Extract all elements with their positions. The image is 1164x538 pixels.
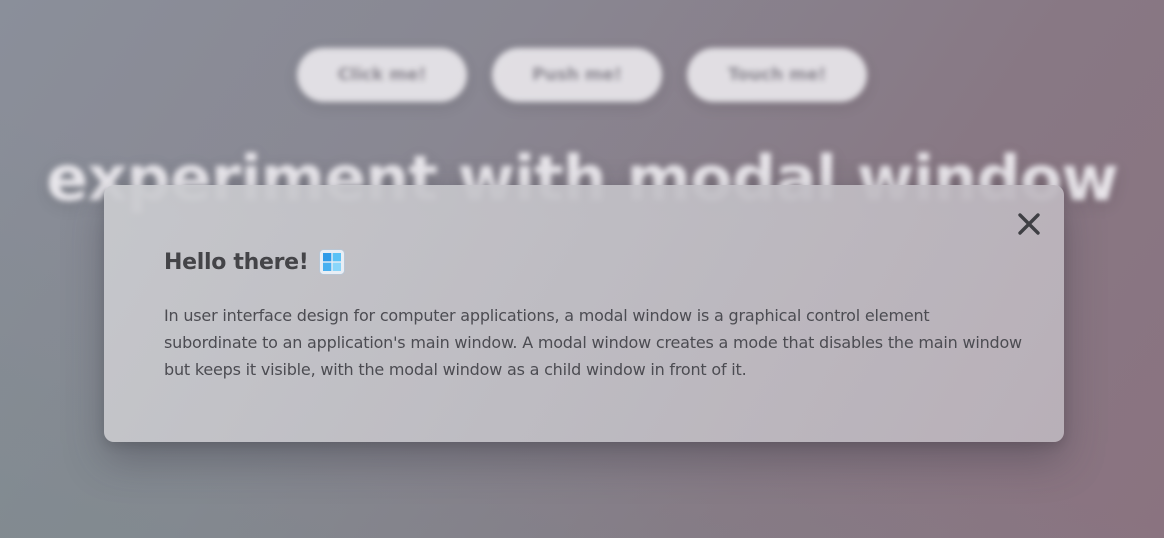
modal-heading-text: Hello there!: [164, 249, 309, 275]
click-me-button: Click me!: [297, 48, 467, 102]
touch-me-button: Touch me!: [687, 48, 867, 102]
modal-body-text: In user interface design for computer ap…: [164, 306, 1022, 379]
close-button[interactable]: [1016, 211, 1042, 237]
modal-window: Hello there! In user interface design fo…: [104, 185, 1064, 442]
modal-heading: Hello there!: [164, 249, 345, 275]
close-icon: [1016, 211, 1042, 237]
background-button-row: Click me! Push me! Touch me!: [0, 48, 1164, 102]
push-me-button: Push me!: [492, 48, 662, 102]
windows-logo-icon: [318, 249, 345, 275]
